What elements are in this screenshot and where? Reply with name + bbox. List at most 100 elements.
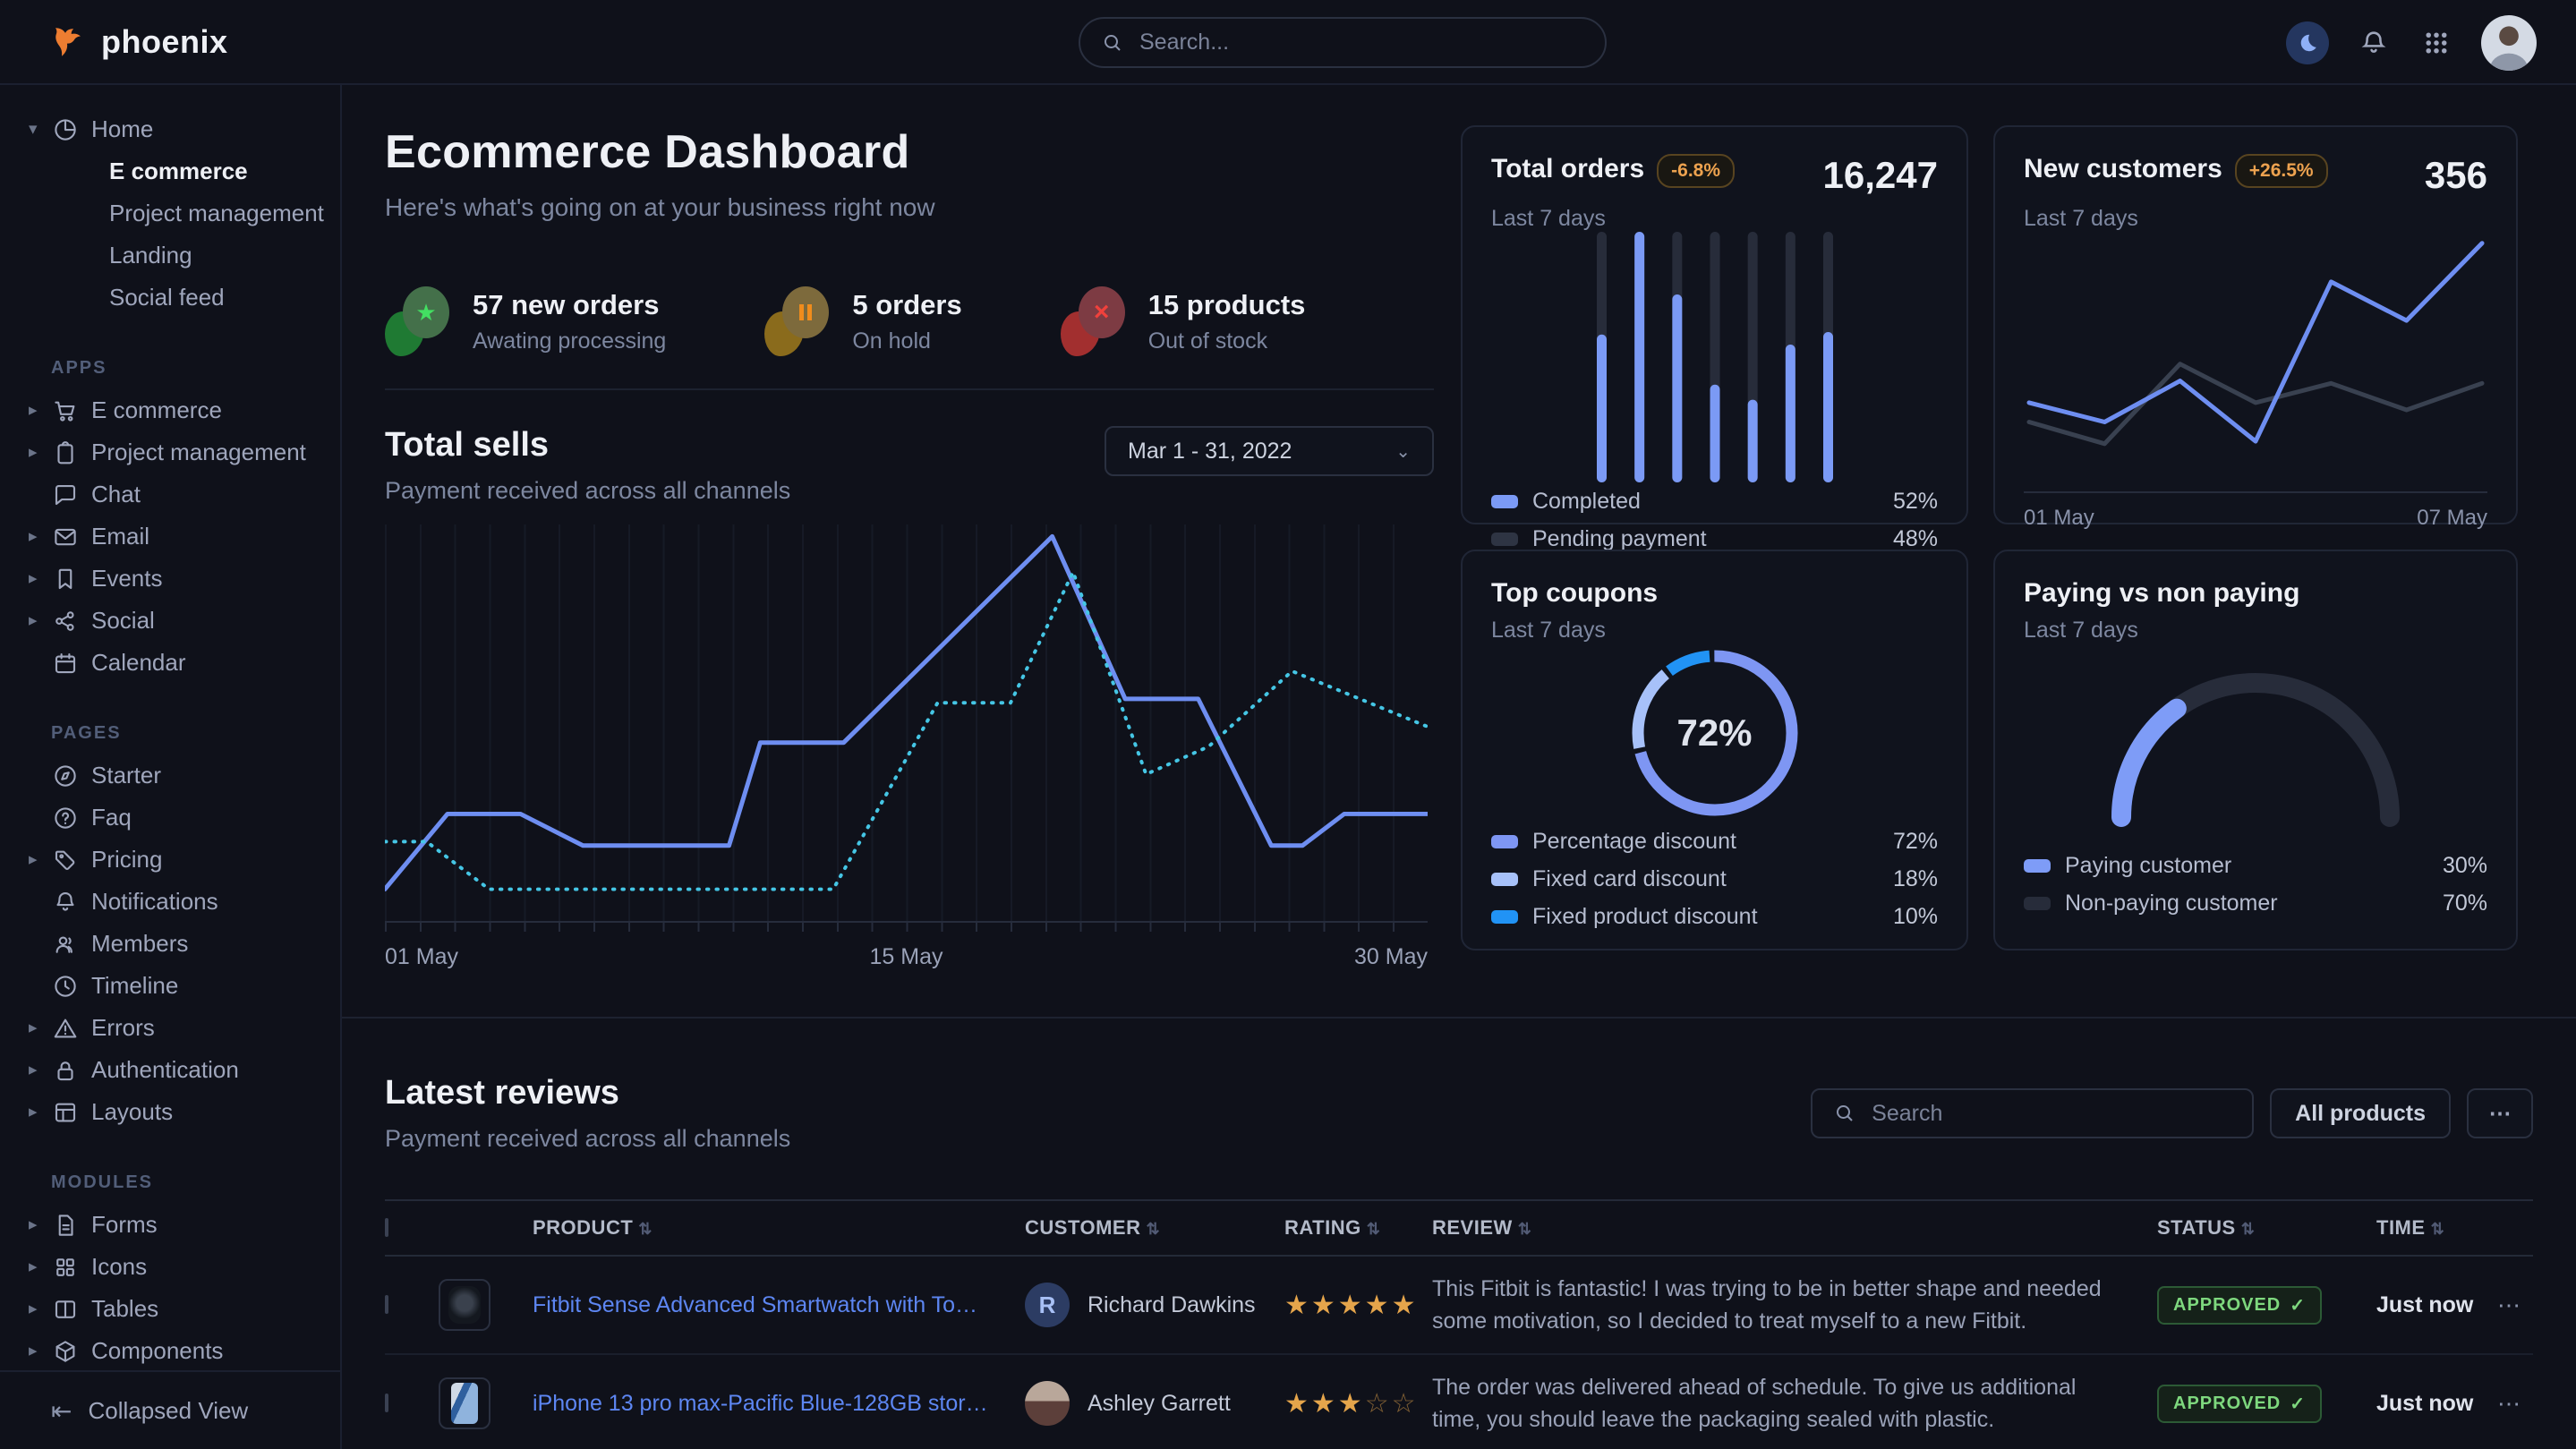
select-all-checkbox[interactable] [385,1218,388,1237]
paying-gauge-chart [2024,644,2487,847]
chevron-down-icon: ⌄ [1395,440,1411,463]
table-row: iPhone 13 pro max-Pacific Blue-128GB sto… [385,1355,2533,1449]
date-range-select[interactable]: Mar 1 - 31, 2022 ⌄ [1105,426,1434,476]
global-search [1079,17,1607,68]
top-navbar: phoenix [0,0,2576,85]
sidebar-item-forms[interactable]: ▸Forms [0,1204,340,1246]
sidebar-item-label: Email [91,523,149,550]
sidebar-item-chat[interactable]: Chat [0,473,340,516]
profile-avatar[interactable] [2481,15,2537,71]
column-header-time[interactable]: TIME⇅ [2376,1216,2497,1240]
sidebar-item-tables[interactable]: ▸Tables [0,1288,340,1330]
sidebar-item-label: Home [91,115,153,143]
sidebar-item-events[interactable]: ▸Events [0,558,340,600]
sidebar-item-icons[interactable]: ▸Icons [0,1246,340,1288]
sidebar-item-members[interactable]: Members [0,923,340,965]
sidebar-item-layouts[interactable]: ▸Layouts [0,1091,340,1133]
legend-swatch [2024,897,2051,910]
sidebar-item-label: Members [91,930,188,958]
product-thumbnail[interactable] [439,1377,490,1429]
sidebar-item-project-management[interactable]: ▸Project management [0,431,340,473]
components-icon [52,1338,79,1365]
avatar [1025,1381,1070,1426]
sidebar-item-timeline[interactable]: Timeline [0,965,340,1007]
collapsed-view-toggle[interactable]: ⇤ Collapsed View [0,1370,340,1449]
sort-icon: ⇅ [2431,1220,2445,1238]
line-chart-svg [2024,232,2487,491]
sidebar-section-label: APPS [51,358,340,379]
sidebar-item-label: Timeline [91,972,178,1000]
product-link[interactable]: iPhone 13 pro max-Pacific Blue-128GB sto… [533,1391,1025,1417]
review-time: Just now [2376,1292,2497,1318]
sidebar-subitem-e-commerce[interactable]: E commerce [0,150,340,192]
brand-logo[interactable]: phoenix [0,23,228,61]
cart-icon [52,397,79,424]
sidebar-item-components[interactable]: ▸Components [0,1330,340,1372]
caret-right-icon: ▸ [29,400,52,421]
sidebar-item-label: Authentication [91,1056,239,1084]
status-badge: APPROVED ✓ [2157,1385,2322,1423]
legend-value: 52% [1893,489,1938,515]
sidebar-section-label: MODULES [51,1172,340,1193]
stats-row: ★57 new ordersAwating processing5 orders… [385,286,1434,356]
clock-icon [52,973,79,1000]
notifications-bell-icon[interactable] [2356,25,2392,61]
legend-swatch [1491,835,1518,848]
total-sells-chart: 01 May 15 May 30 May [385,524,1428,970]
row-checkbox[interactable] [385,1394,388,1412]
star-icon: ★ [385,286,449,356]
column-header-product[interactable]: PRODUCT⇅ [533,1216,1025,1240]
row-checkbox[interactable] [385,1295,388,1314]
legend-swatch [1491,533,1518,546]
calendar-icon [52,650,79,677]
column-header-rating[interactable]: RATING⇅ [1284,1216,1432,1240]
sidebar-item-email[interactable]: ▸ Email [0,516,340,558]
sidebar-item-social[interactable]: ▸Social [0,600,340,642]
sidebar-item-starter[interactable]: Starter [0,754,340,797]
product-thumbnail[interactable] [439,1279,490,1331]
column-header-review[interactable]: REVIEW⇅ [1432,1216,2157,1240]
reviews-search-input[interactable] [1811,1088,2254,1138]
sidebar-subitem-project-management[interactable]: Project management [0,192,340,234]
sidebar-item-authentication[interactable]: ▸ Authentication [0,1049,340,1091]
trend-badge: +26.5% [2235,154,2328,188]
more-options-button[interactable]: ⋯ [2467,1088,2533,1138]
sidebar-item-calendar[interactable]: Calendar [0,642,340,684]
row-more-icon[interactable]: ⋯ [2497,1291,2533,1319]
legend-swatch [1491,910,1518,924]
column-header-status[interactable]: STATUS⇅ [2157,1216,2376,1240]
sidebar-subitem-social-feed[interactable]: Social feed [0,277,340,319]
stat-item: ★57 new ordersAwating processing [385,286,666,356]
caret-right-icon: ▸ [29,526,52,547]
mail-icon [52,524,79,550]
product-link[interactable]: Fitbit Sense Advanced Smartwatch with To… [533,1292,1025,1318]
sidebar-item-label: Chat [91,481,141,508]
column-header-customer[interactable]: CUSTOMER⇅ [1025,1216,1284,1240]
sidebar-item-home[interactable]: ▾Home [0,108,340,150]
card-title: Total orders [1491,154,1644,184]
all-products-button[interactable]: All products [2270,1088,2451,1138]
sidebar-item-label: Icons [91,1253,147,1281]
nine-dots-grid-icon[interactable] [2418,25,2454,61]
x-label-mid: 15 May [870,944,943,970]
sidebar-subitem-landing[interactable]: Landing [0,234,340,277]
clipboard-icon [52,439,79,466]
tag-icon [52,847,79,874]
check-icon: ✓ [2290,1393,2306,1415]
caret-right-icon: ▸ [29,1299,52,1319]
trend-badge: -6.8% [1657,154,1735,188]
theme-moon-icon[interactable] [2286,21,2329,64]
sort-icon: ⇅ [2241,1220,2256,1238]
caret-right-icon: ▸ [29,1060,52,1080]
sidebar-item-e-commerce[interactable]: ▸E commerce [0,389,340,431]
row-more-icon[interactable]: ⋯ [2497,1390,2533,1418]
sidebar-item-errors[interactable]: ▸Errors [0,1007,340,1049]
sidebar-item-notifications[interactable]: Notifications [0,881,340,923]
sidebar-item-pricing[interactable]: ▸Pricing [0,839,340,881]
legend-label: Fixed product discount [1532,904,1758,930]
sidebar-item-faq[interactable]: Faq [0,797,340,839]
stat-amount: 57 new orders [473,289,666,321]
x-label-start: 01 May [2024,506,2094,531]
global-search-input[interactable] [1079,17,1607,68]
legend-swatch [1491,495,1518,508]
